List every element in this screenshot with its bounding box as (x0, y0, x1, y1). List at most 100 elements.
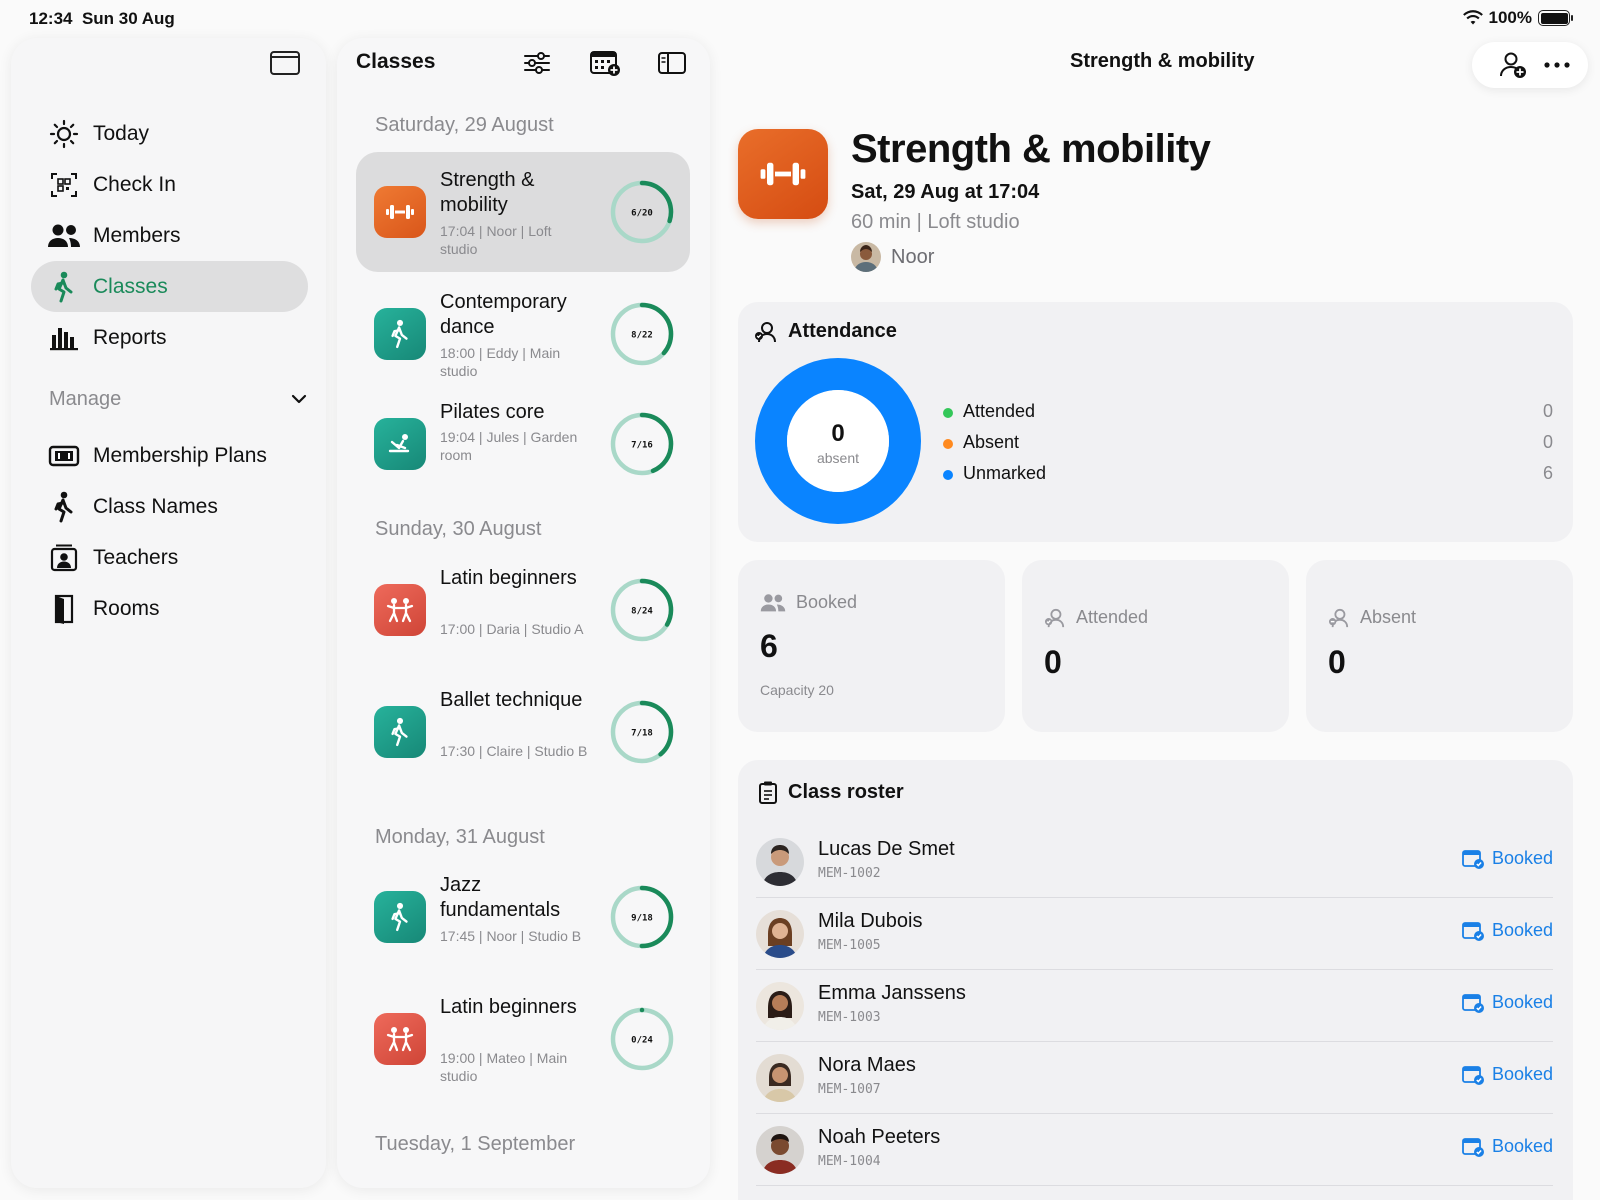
day-header: Sunday, 30 August (375, 518, 542, 540)
sidebar-item-classes[interactable]: Classes (31, 261, 308, 312)
stat-label: Attended (1044, 607, 1148, 628)
class-list-title: Classes (356, 50, 436, 73)
sidebar-item-label: Reports (93, 325, 167, 349)
calendar-add-icon (590, 51, 620, 76)
attendance-donut-chart: 0 absent (755, 358, 921, 524)
filter-button[interactable] (520, 48, 554, 78)
bar-chart-icon (47, 321, 81, 355)
class-item[interactable]: Pilates core 19:04 | Jules | Garden room… (356, 384, 690, 504)
attended-icon (1045, 608, 1065, 627)
class-meta: 18:00 | Eddy | Main studio (440, 345, 561, 379)
booking-status[interactable]: Booked (1462, 992, 1553, 1013)
toggle-panel-button[interactable] (655, 48, 689, 78)
sidebar-item-label: Class Names (93, 494, 218, 518)
roster-row[interactable]: Noah Peeters MEM-1004 Booked (756, 1114, 1553, 1186)
sidebar-item-label: Classes (93, 274, 168, 298)
sidebar-toggle-icon (270, 51, 300, 75)
manage-section-header[interactable]: Manage (49, 381, 307, 417)
class-dumbbell-icon (738, 129, 828, 219)
roster-row[interactable]: Emma Janssens MEM-1003 Booked (756, 970, 1553, 1042)
battery-icon (1538, 10, 1573, 26)
class-item[interactable]: Ballet technique 17:30 | Claire | Studio… (356, 672, 690, 792)
booking-status[interactable]: Booked (1462, 848, 1553, 869)
sidebar-left-icon (658, 52, 686, 74)
class-item[interactable]: Latin beginners 19:00 | Mateo | Main stu… (356, 979, 690, 1099)
teacher-info[interactable]: Noor (851, 242, 934, 272)
class-item[interactable]: Strength & mobility 17:04 | Noor | Loft … (356, 152, 690, 272)
capacity-ring: 9/18 (610, 885, 674, 949)
capacity-ring: 7/16 (610, 412, 674, 476)
clipboard-icon (759, 781, 777, 804)
ticket-icon (47, 439, 81, 473)
calendar-check-icon (1462, 1137, 1484, 1157)
sidebar-item-label: Membership Plans (93, 443, 267, 467)
booking-status[interactable]: Booked (1462, 1136, 1553, 1157)
class-list-panel: Classes Saturday, 29 August Sunday, 30 A… (337, 38, 710, 1188)
sidebar-toggle-button[interactable] (269, 50, 303, 78)
booking-status[interactable]: Booked (1462, 1064, 1553, 1085)
absent-icon (1329, 608, 1349, 627)
avatar (756, 910, 804, 958)
more-button[interactable] (1540, 49, 1574, 81)
class-item[interactable]: Latin beginners 17:00 | Daria | Studio A… (356, 550, 690, 670)
qr-scan-icon (47, 168, 81, 202)
calendar-check-icon (1462, 993, 1484, 1013)
ring-label: 9/18 (631, 914, 653, 924)
roster-row[interactable]: Nora Maes MEM-1007 Booked (756, 1042, 1553, 1114)
sidebar-item-label: Check In (93, 172, 176, 196)
sidebar-item-label: Today (93, 121, 150, 145)
legend-attended: Attended 0 (943, 401, 1553, 425)
class-item[interactable]: Contemporary dance 18:00 | Eddy | Main s… (356, 274, 690, 394)
roster-row[interactable]: Lucas De Smet MEM-1002 Booked (756, 826, 1553, 898)
member-id: MEM-1005 (818, 938, 881, 953)
dumbbell-icon (374, 186, 426, 238)
battery-percent: 100% (1488, 8, 1532, 27)
class-name: Pilates core (440, 401, 545, 423)
class-item[interactable]: Jazz fundamentals 17:45 | Noor | Studio … (356, 857, 690, 977)
member-name: Emma Janssens (818, 982, 966, 1004)
sidebar-item-check-in[interactable]: Check In (31, 159, 308, 210)
donut-center-label: absent (817, 450, 859, 466)
sidebar-item-members[interactable]: Members (31, 210, 308, 261)
ring-label: 8/24 (631, 607, 653, 617)
avatar (756, 838, 804, 886)
sidebar-item-teachers[interactable]: Teachers (31, 532, 308, 583)
member-id: MEM-1003 (818, 1010, 881, 1025)
roster-row[interactable]: Mila Dubois MEM-1005 Booked (756, 898, 1553, 970)
legend-absent: Absent 0 (943, 432, 1553, 456)
wifi-icon (1462, 10, 1483, 25)
class-meta: 17:00 | Daria | Studio A (440, 621, 584, 637)
figure-walk-icon (47, 270, 81, 304)
figure-walk-icon (47, 490, 81, 524)
calendar-check-icon (1462, 1065, 1484, 1085)
class-meta: 17:45 | Noor | Studio B (440, 928, 582, 944)
class-date: Sat, 29 Aug at 17:04 (851, 181, 1040, 203)
avatar (851, 242, 881, 272)
sidebar-item-rooms[interactable]: Rooms (31, 583, 308, 634)
sidebar-item-reports[interactable]: Reports (31, 312, 308, 363)
dance-figure-icon (374, 706, 426, 758)
stat-card-booked: Booked 6 Capacity 20 (738, 560, 1005, 732)
legend-dot (943, 408, 953, 418)
person-add-icon (1500, 52, 1526, 78)
detail-nav-title: Strength & mobility (1070, 50, 1255, 72)
stat-label: Booked (760, 592, 857, 613)
member-name: Noah Peeters (818, 1126, 941, 1148)
booking-status[interactable]: Booked (1462, 920, 1553, 941)
stat-card-absent: Absent 0 (1306, 560, 1573, 732)
sidebar-item-class-names[interactable]: Class Names (31, 481, 308, 532)
add-class-button[interactable] (588, 48, 622, 78)
add-member-button[interactable] (1496, 49, 1530, 81)
sidebar-item-today[interactable]: Today (31, 108, 308, 159)
calendar-check-icon (1462, 849, 1484, 869)
sidebar-item-membership-plans[interactable]: Membership Plans (31, 430, 308, 481)
couple-dance-icon (374, 1013, 426, 1065)
status-bar: 12:34 Sun 30 Aug 100% (0, 0, 1600, 38)
legend-dot (943, 470, 953, 480)
door-icon (47, 592, 81, 626)
member-id: MEM-1007 (818, 1082, 881, 1097)
day-header: Saturday, 29 August (375, 114, 554, 136)
class-meta: 17:30 | Claire | Studio B (440, 743, 588, 759)
legend-dot (943, 439, 953, 449)
ellipsis-icon (1544, 62, 1570, 68)
